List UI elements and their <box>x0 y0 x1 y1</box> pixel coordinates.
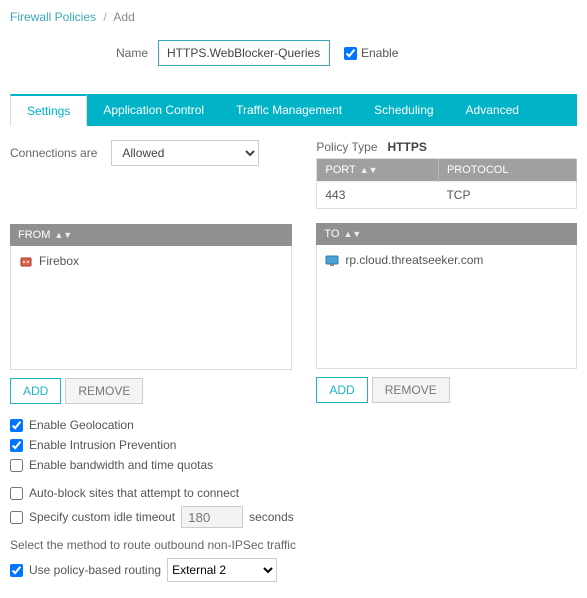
breadcrumb: Firewall Policies / Add <box>10 10 577 24</box>
idle-checkbox[interactable] <box>10 511 23 524</box>
quota-label: Enable bandwidth and time quotas <box>29 458 213 472</box>
tab-scheduling[interactable]: Scheduling <box>358 94 449 126</box>
quota-checkbox[interactable] <box>10 459 23 472</box>
to-list[interactable]: rp.cloud.threatseeker.com <box>316 245 577 369</box>
connections-label: Connections are <box>10 146 97 160</box>
firebox-icon <box>19 254 33 269</box>
routing-heading: Select the method to route outbound non-… <box>10 538 577 552</box>
from-header[interactable]: FROM ▲▼ <box>10 224 292 246</box>
policy-type-value: HTTPS <box>388 140 427 154</box>
ips-checkbox[interactable] <box>10 439 23 452</box>
name-label: Name <box>10 46 158 60</box>
sort-icon: ▲▼ <box>343 229 361 239</box>
list-item[interactable]: rp.cloud.threatseeker.com <box>325 251 568 270</box>
from-list[interactable]: Firebox <box>10 246 292 370</box>
name-input[interactable] <box>158 40 330 66</box>
ips-label: Enable Intrusion Prevention <box>29 438 176 452</box>
breadcrumb-parent-link[interactable]: Firewall Policies <box>10 10 96 24</box>
to-remove-button[interactable]: REMOVE <box>372 377 450 403</box>
autoblock-label: Auto-block sites that attempt to connect <box>29 486 239 500</box>
list-item-label: Firebox <box>39 254 79 268</box>
port-cell: 443 <box>317 182 439 209</box>
idle-suffix: seconds <box>249 510 294 524</box>
from-header-label: FROM <box>18 229 50 241</box>
from-remove-button[interactable]: REMOVE <box>65 378 143 404</box>
policy-routing-select[interactable]: External 2 <box>167 558 277 582</box>
tab-traffic-management[interactable]: Traffic Management <box>220 94 358 126</box>
breadcrumb-separator: / <box>103 10 106 24</box>
protocol-cell: TCP <box>438 182 576 209</box>
list-item[interactable]: Firebox <box>19 252 283 271</box>
from-add-button[interactable]: ADD <box>10 378 61 404</box>
policy-routing-checkbox[interactable] <box>10 564 23 577</box>
autoblock-checkbox[interactable] <box>10 487 23 500</box>
connections-select[interactable]: Allowed <box>111 140 259 166</box>
tab-advanced[interactable]: Advanced <box>450 94 535 126</box>
host-icon <box>325 253 339 268</box>
policy-type-label: Policy Type <box>316 140 377 154</box>
to-header[interactable]: TO ▲▼ <box>316 223 577 245</box>
ports-table: PORT▲▼ PROTOCOL 443 TCP <box>316 158 577 209</box>
sort-icon: ▲▼ <box>54 230 72 240</box>
geo-checkbox[interactable] <box>10 419 23 432</box>
tab-application-control[interactable]: Application Control <box>87 94 220 126</box>
enable-checkbox[interactable] <box>344 47 357 60</box>
geo-label: Enable Geolocation <box>29 418 134 432</box>
breadcrumb-current: Add <box>113 10 134 24</box>
to-add-button[interactable]: ADD <box>316 377 367 403</box>
ports-header-protocol[interactable]: PROTOCOL <box>438 159 576 182</box>
enable-label: Enable <box>361 46 398 60</box>
tabs: Settings Application Control Traffic Man… <box>10 94 577 126</box>
list-item-label: rp.cloud.threatseeker.com <box>345 253 483 267</box>
table-row[interactable]: 443 TCP <box>317 182 577 209</box>
tab-settings[interactable]: Settings <box>10 94 87 126</box>
idle-value-input[interactable] <box>181 506 243 528</box>
idle-label: Specify custom idle timeout <box>29 510 175 524</box>
sort-icon: ▲▼ <box>360 165 378 175</box>
policy-routing-label: Use policy-based routing <box>29 563 161 577</box>
ports-header-port[interactable]: PORT▲▼ <box>317 159 439 182</box>
to-header-label: TO <box>324 228 339 240</box>
